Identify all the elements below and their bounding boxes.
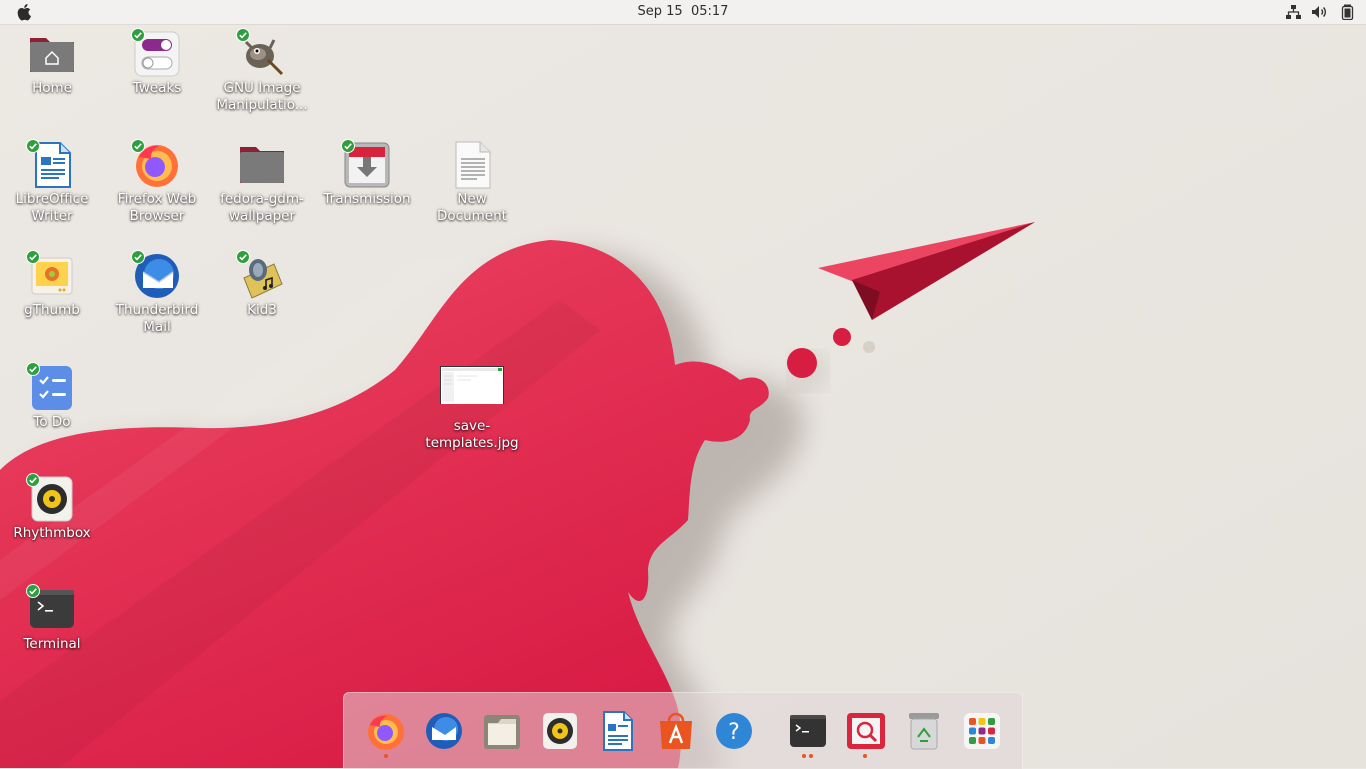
- firefox-icon: [368, 714, 404, 750]
- check-badge-icon: [236, 28, 250, 42]
- desktop-icon-gthumb[interactable]: gThumb: [2, 252, 102, 319]
- trash-icon: [909, 713, 939, 750]
- apple-logo-icon[interactable]: [15, 3, 32, 21]
- desktop-icon-label: To Do: [33, 414, 71, 430]
- desktop-icon-home[interactable]: Home: [2, 30, 102, 97]
- files-icon: [484, 715, 520, 749]
- folder-icon: [240, 147, 284, 183]
- libreoffice-writer-icon: [603, 711, 633, 751]
- image-thumbnail-icon: [440, 366, 504, 405]
- running-indicator: [384, 754, 388, 758]
- running-indicator: [802, 754, 806, 758]
- clock: Sep 15 05:17: [0, 4, 1366, 19]
- desktop-icon-label: Kid3: [247, 302, 277, 318]
- rhythmbox-icon: [543, 713, 577, 749]
- app-grid-icon: [964, 713, 1000, 749]
- desktop-icon-todo[interactable]: To Do: [2, 364, 102, 431]
- home-folder-icon: [30, 38, 74, 72]
- check-badge-icon: [131, 28, 145, 42]
- desktop-icon-label: fedora-gdm-wallpaper: [220, 191, 304, 224]
- desktop-icon-label: gThumb: [24, 302, 80, 318]
- desktop-icon-label: Tweaks: [132, 80, 182, 96]
- check-badge-icon: [131, 250, 145, 264]
- desktop-icon-label: Thunderbird Mail: [115, 302, 199, 335]
- dock-thunderbird[interactable]: [424, 711, 464, 751]
- desktop-icon-thunderbird[interactable]: Thunderbird Mail: [107, 252, 207, 336]
- running-indicator: [863, 754, 867, 758]
- check-badge-icon: [26, 473, 40, 487]
- desktop-wallpaper: [0, 0, 1366, 768]
- text-document-icon: [455, 141, 491, 189]
- desktop-icon-fedora-gdm-wallpaper[interactable]: fedora-gdm-wallpaper: [212, 141, 312, 225]
- dock-software-center[interactable]: [656, 711, 696, 751]
- dock-trash[interactable]: [904, 711, 944, 751]
- svg-text:?: ?: [728, 720, 740, 745]
- terminal-icon: [790, 715, 826, 747]
- desktop-icon-label: LibreOffice Writer: [15, 191, 89, 224]
- network-icon[interactable]: [1285, 4, 1302, 20]
- running-indicator: [809, 754, 813, 758]
- thunderbird-icon: [426, 713, 462, 749]
- check-badge-icon: [26, 584, 40, 598]
- help-icon: ?: [716, 713, 752, 749]
- clock-time[interactable]: 05:17: [691, 4, 728, 19]
- desktop-icon-label: Rhythmbox: [13, 525, 91, 541]
- desktop-icon-save-templates[interactable]: save-templates.jpg: [422, 364, 522, 452]
- desktop-icon-tweaks[interactable]: Tweaks: [107, 30, 207, 97]
- dock-rhythmbox[interactable]: [540, 711, 580, 751]
- desktop-icon-rhythmbox[interactable]: Rhythmbox: [2, 475, 102, 542]
- desktop-icon-firefox[interactable]: Firefox Web Browser: [107, 141, 207, 225]
- desktop-icon-gimp[interactable]: GNU Image Manipulatio...: [212, 30, 312, 114]
- top-bar: Sep 15 05:17: [0, 0, 1366, 24]
- desktop-icon-terminal[interactable]: Terminal: [2, 586, 102, 653]
- dock-help[interactable]: ?: [714, 711, 754, 751]
- desktop-icon-label: Transmission: [323, 191, 411, 207]
- dock-libreoffice-writer[interactable]: [598, 711, 638, 751]
- software-center-icon: [660, 712, 692, 749]
- check-badge-icon: [131, 139, 145, 153]
- screenshot-tool-icon: [847, 713, 885, 749]
- desktop-icon-label: GNU Image Manipulatio...: [216, 80, 308, 113]
- check-badge-icon: [341, 139, 355, 153]
- desktop-icon-label: New Document: [437, 191, 507, 224]
- desktop-icon-kid3[interactable]: Kid3: [212, 252, 312, 319]
- volume-icon[interactable]: [1311, 4, 1328, 20]
- check-badge-icon: [26, 250, 40, 264]
- desktop-icon-libreoffice-writer[interactable]: LibreOffice Writer: [2, 141, 102, 225]
- dock-app-grid[interactable]: [962, 711, 1002, 751]
- desktop-icon-label: Home: [32, 80, 72, 96]
- clock-date[interactable]: Sep 15: [638, 4, 683, 19]
- dock-terminal[interactable]: [788, 711, 828, 751]
- dock-files[interactable]: [482, 711, 522, 751]
- dock-firefox[interactable]: [366, 711, 406, 751]
- check-badge-icon: [236, 250, 250, 264]
- battery-icon[interactable]: [1339, 4, 1356, 20]
- dock: ?: [343, 692, 1023, 769]
- dock-screenshot-tool[interactable]: [846, 711, 886, 751]
- check-badge-icon: [26, 139, 40, 153]
- desktop-icon-label: Terminal: [23, 636, 81, 652]
- desktop-icon-label: Firefox Web Browser: [117, 191, 197, 224]
- desktop-icon-transmission[interactable]: Transmission: [317, 141, 417, 208]
- check-badge-icon: [26, 362, 40, 376]
- desktop-icon-new-document[interactable]: New Document: [422, 141, 522, 225]
- desktop-icon-label: save-templates.jpg: [425, 418, 519, 451]
